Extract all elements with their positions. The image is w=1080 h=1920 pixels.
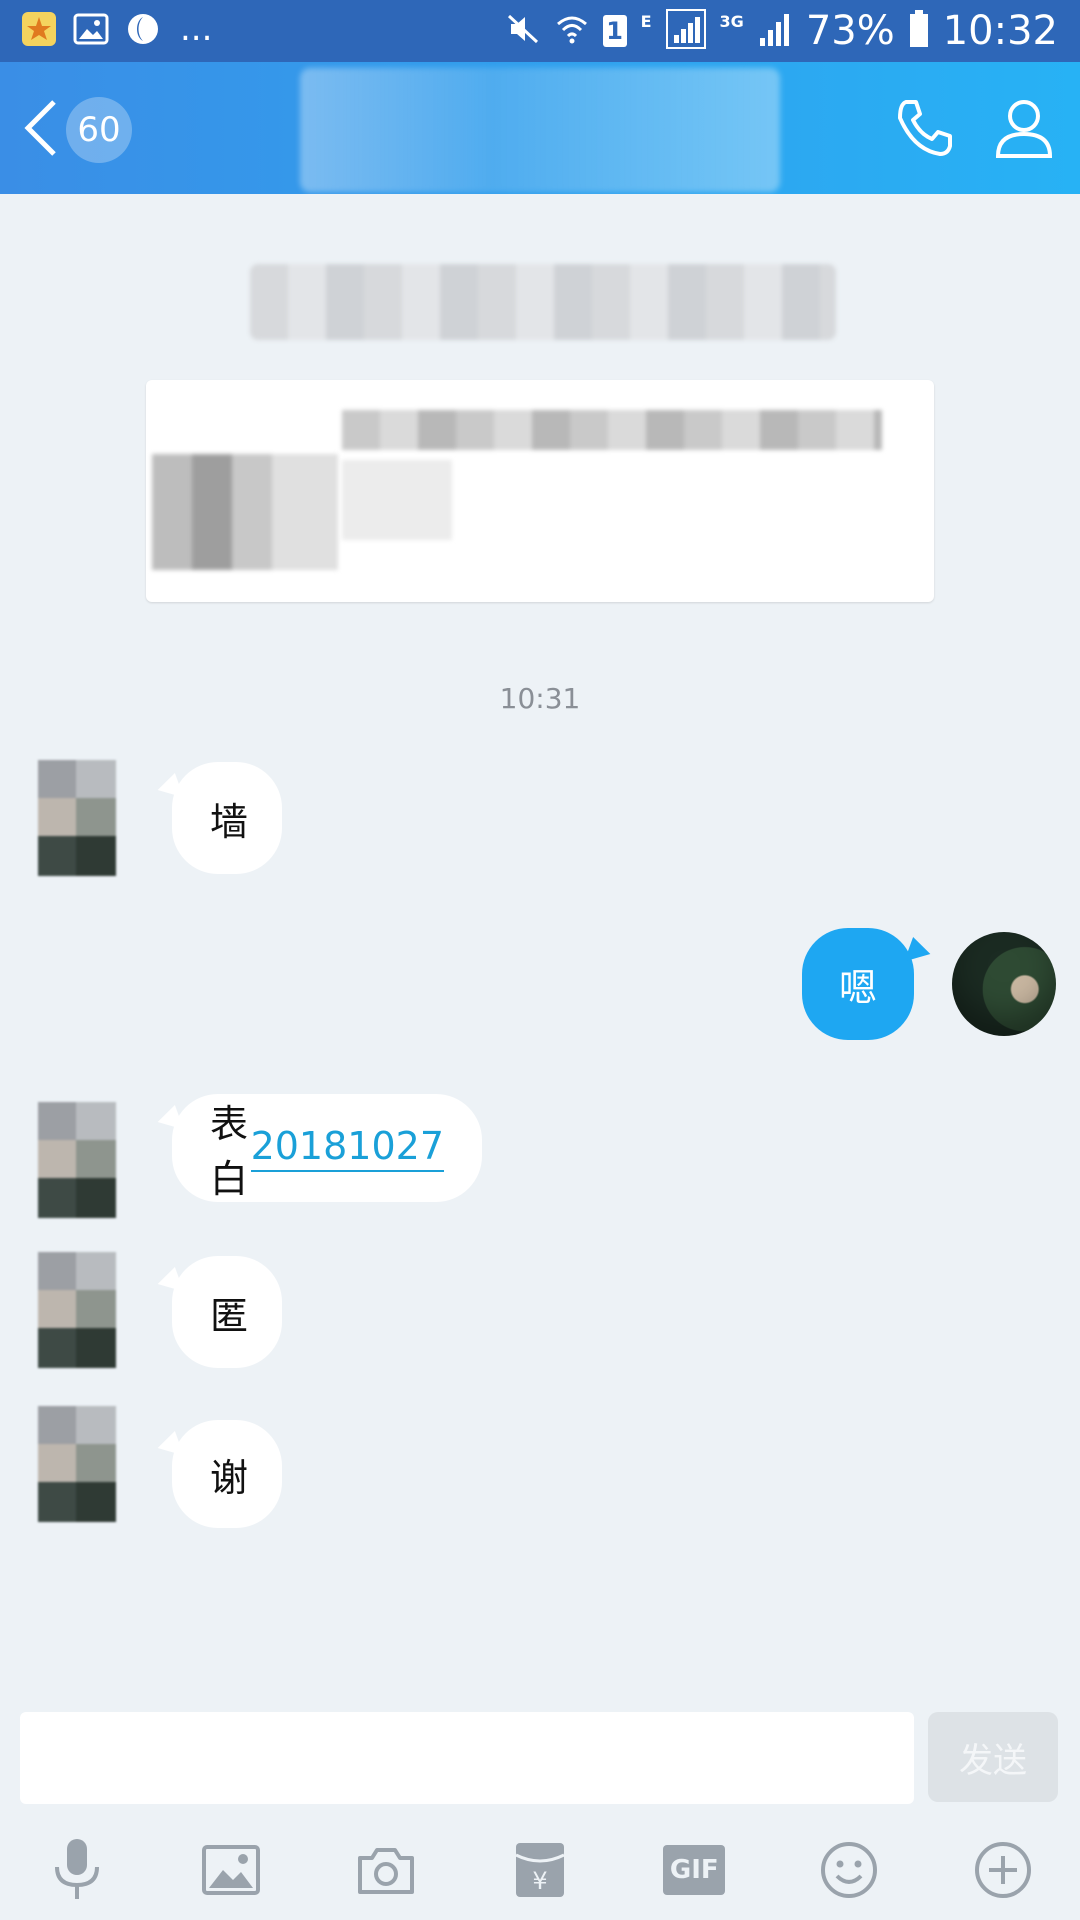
send-button[interactable]: 发送 [928,1712,1058,1802]
red-packet-button[interactable]: ¥ [500,1830,580,1910]
red-packet-icon: ¥ [515,1843,565,1897]
signal-icon [665,9,706,53]
sender-avatar[interactable] [38,1252,116,1368]
mute-icon [507,12,541,50]
photo-button[interactable] [191,1830,271,1910]
network-e-label: E [640,11,652,31]
message-text: 表白 [210,1102,249,1201]
redacted-card-subtitle [342,460,452,540]
sim-badge-icon: 1 [602,15,627,47]
chat-screen: ... 1 E 3G 73% 10:32 60 10:31 墙 嗯 表白 201… [0,0,1080,1920]
message-list[interactable]: 10:31 墙 嗯 表白 20181027 匿 谢 [0,194,1080,1710]
message-text: 匿 [210,1293,249,1338]
wifi-icon [555,12,589,50]
gif-icon: GIF [663,1845,726,1895]
gif-button[interactable]: GIF [654,1830,734,1910]
sender-avatar[interactable] [38,1102,116,1218]
person-icon [995,100,1053,158]
camera-icon [357,1848,414,1894]
redacted-chat-title [300,68,780,192]
chat-header: 60 [0,62,1080,194]
message-text: 谢 [210,1455,249,1500]
signal-3g-icon [758,10,792,52]
smiley-icon [820,1842,877,1898]
incoming-message[interactable]: 表白 20181027 [172,1094,482,1202]
battery-percent: 73% [805,8,895,54]
more-notifications-dots: ... [180,9,213,49]
yen-label: ¥ [532,1867,547,1895]
gif-label: GIF [669,1855,719,1885]
redacted-card-thumbnail [152,454,338,570]
camera-button[interactable] [346,1830,426,1910]
unread-count-badge: 60 [66,97,132,163]
gallery-notification-icon [72,10,110,48]
my-avatar[interactable] [952,932,1056,1036]
message-input[interactable] [20,1712,914,1804]
voice-button[interactable] [37,1830,117,1910]
redacted-notice [250,264,836,340]
network-3g-label: 3G [719,11,744,31]
redacted-card-title [342,410,882,450]
sender-avatar[interactable] [38,1406,116,1522]
profile-button[interactable] [992,96,1056,164]
more-button[interactable] [963,1830,1043,1910]
plus-circle-icon [974,1842,1031,1898]
sender-avatar[interactable] [38,760,116,876]
incoming-message[interactable]: 匿 [172,1256,282,1368]
notification-icons: ... [20,10,212,48]
incoming-message[interactable]: 墙 [172,762,282,874]
back-button[interactable]: 60 [20,96,132,164]
incoming-message[interactable]: 谢 [172,1420,282,1528]
shared-card-message[interactable] [146,380,934,602]
composer-toolbar: ¥ GIF [0,1820,1080,1920]
app-notification-icon [20,10,58,48]
message-link[interactable]: 20181027 [250,1124,444,1172]
system-indicators: 1 E 3G 73% 10:32 [507,8,1058,54]
call-button[interactable] [892,96,956,164]
microphone-icon [55,1839,100,1899]
composer: 发送 [0,1700,1080,1820]
image-icon [202,1845,261,1895]
status-bar: ... 1 E 3G 73% 10:32 [0,0,1080,62]
back-arrow-icon [20,96,60,164]
battery-icon [909,10,929,52]
emoji-button[interactable] [809,1830,889,1910]
message-text: 墙 [210,799,249,844]
outgoing-message[interactable]: 嗯 [802,928,914,1040]
message-text: 嗯 [838,965,877,1010]
sync-notification-icon [124,10,162,48]
message-timestamp: 10:31 [499,682,581,715]
phone-icon [898,100,952,156]
clock: 10:32 [942,8,1058,54]
